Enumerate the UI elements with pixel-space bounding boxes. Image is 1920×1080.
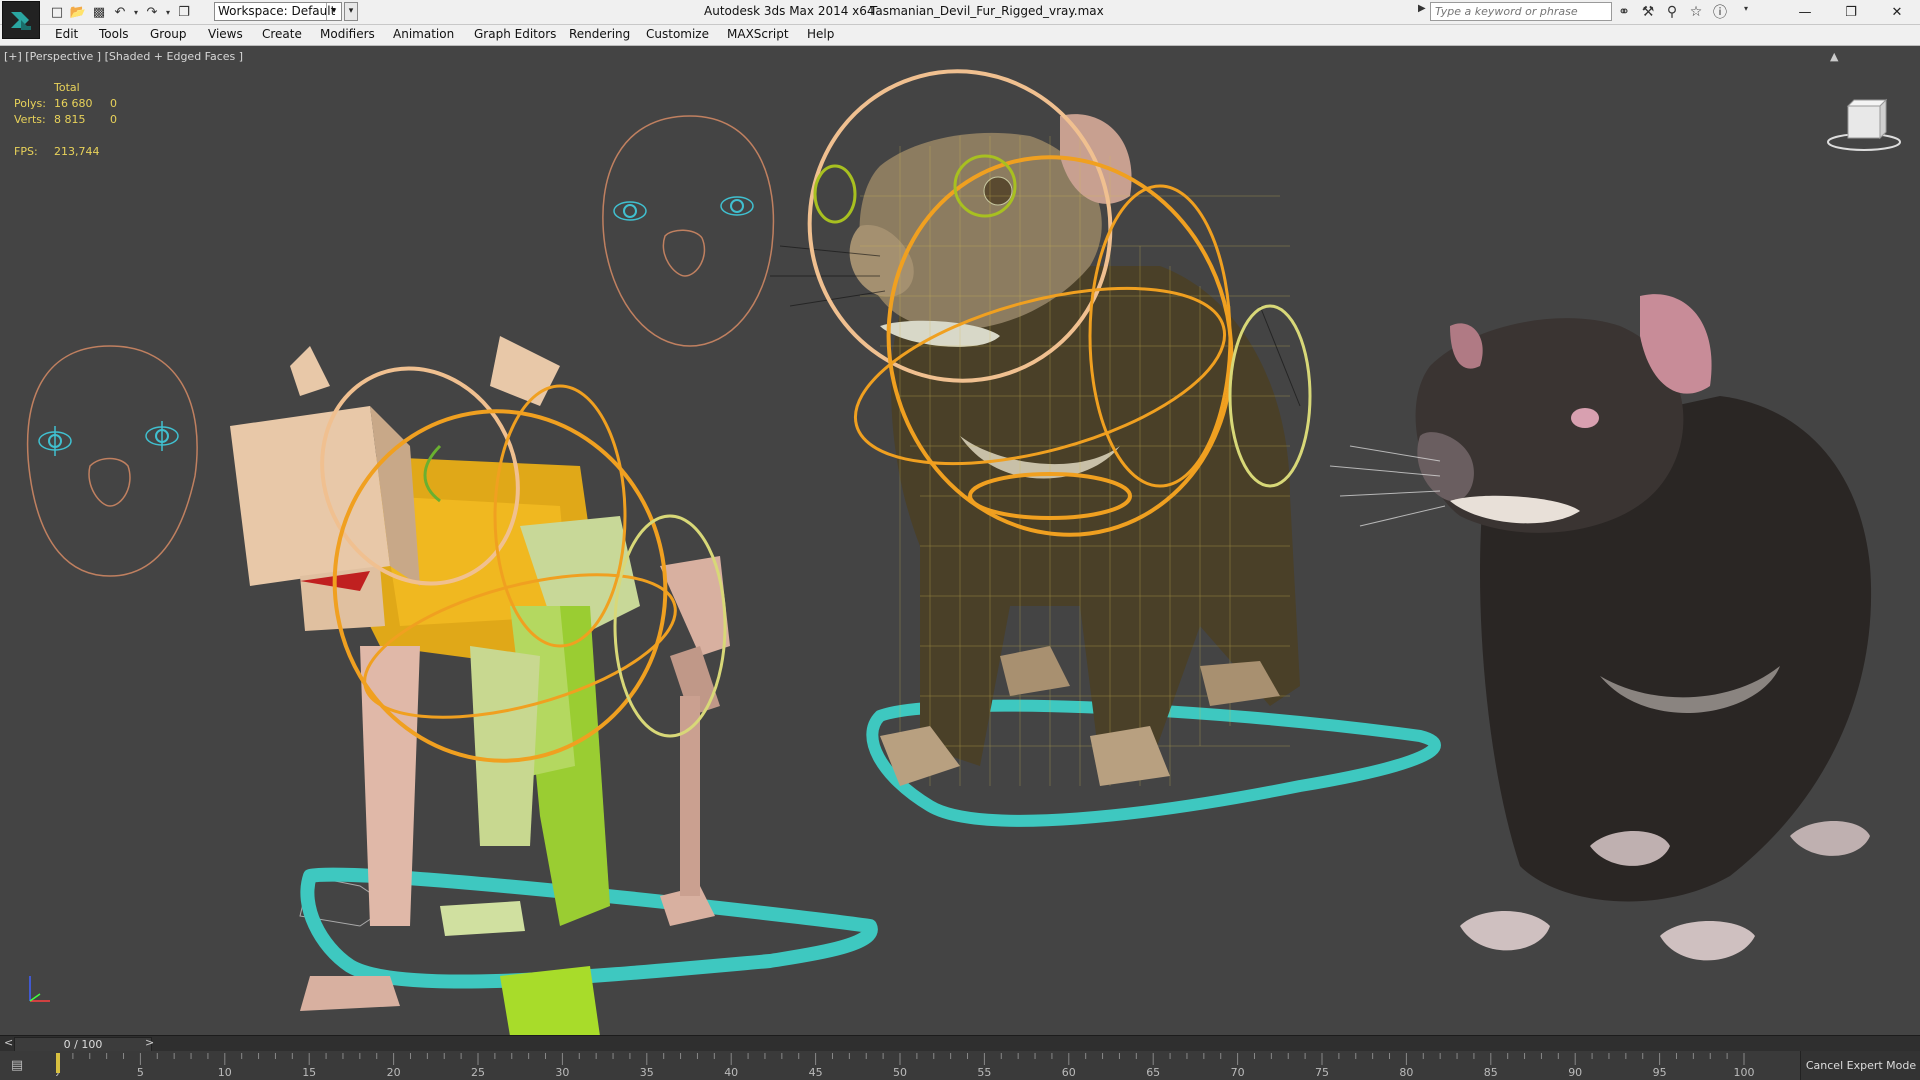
mini-curve-editor-icon[interactable]: ▤ [4,1056,30,1074]
frame-tick-label: 10 [218,1066,232,1079]
frame-tick-label: 80 [1399,1066,1413,1079]
stats-verts-value: 8 815 [54,113,86,126]
frame-tick-label: 90 [1568,1066,1582,1079]
redo-icon[interactable]: ↷ [143,3,161,21]
menu-edit[interactable]: Edit [55,27,78,41]
lock-icon[interactable]: ▲ [1830,50,1838,63]
infocenter-toolbar: ⚭ ⚒ ⚲ ☆ ⓘ [1614,3,1730,21]
tools-icon[interactable]: ⚒ [1638,3,1658,21]
window-controls: — ❐ ✕ [1782,0,1920,24]
save-icon[interactable]: ▩ [90,3,108,21]
stats-verts-label: Verts: [14,113,46,126]
stats-polys-selected: 0 [110,97,117,110]
minimize-icon[interactable]: — [1782,0,1828,24]
menu-help[interactable]: Help [807,27,834,41]
chevron-down-icon: ▾ [326,3,341,20]
close-icon[interactable]: ✕ [1874,0,1920,24]
menu-group[interactable]: Group [150,27,187,41]
axis-gizmo [29,976,50,1002]
frame-tick-label: 40 [724,1066,738,1079]
viewport-statistics: Total Polys: 16 680 0 Verts: 8 815 0 FPS: 213… [14,80,117,160]
frame-tick-label: 85 [1484,1066,1498,1079]
facial-rig-panel-top [602,115,775,347]
frame-tick-label: 15 [302,1066,316,1079]
workspace-dropdown[interactable]: Workspace: Default ▾ [214,2,342,21]
frame-ruler[interactable]: 0510152025303540455055606570758085909510… [56,1051,1800,1080]
viewcube-front-label: FRONT [1850,139,1874,147]
communication-icon[interactable]: ⚲ [1662,3,1682,21]
menu-tools[interactable]: Tools [99,27,129,41]
facial-rig-panel-left [26,345,198,577]
undo-icon[interactable]: ↶ [111,3,129,21]
menu-create[interactable]: Create [262,27,302,41]
viewcube[interactable]: FRONT [1826,86,1902,166]
rendered-devil-model[interactable] [1329,294,1872,961]
binoculars-icon[interactable]: ⚭ [1614,3,1634,21]
frame-tick-label: 100 [1734,1066,1755,1079]
menu-views[interactable]: Views [208,27,243,41]
file-title: Tasmanian_Devil_Fur_Rigged_vray.max [870,4,1104,18]
project-folder-icon[interactable]: ❐ [175,3,193,21]
track-bar[interactable]: ▤ 05101520253035404550556065707580859095… [0,1051,1920,1080]
help-dropdown-icon[interactable]: ▾ [1744,4,1748,13]
app-title: Autodesk 3ds Max 2014 x64 [704,4,875,18]
app-logo-button[interactable] [2,1,40,39]
undo-dropdown-icon[interactable]: ▾ [132,3,140,21]
viewport-scene[interactable] [0,46,1920,1035]
menu-modifiers[interactable]: Modifiers [320,27,375,41]
perspective-viewport[interactable]: [+] [Perspective ] [Shaded + Edged Faces… [0,46,1920,1035]
menu-animation[interactable]: Animation [393,27,454,41]
current-frame-marker[interactable] [56,1053,60,1073]
menu-maxscript[interactable]: MAXScript [727,27,789,41]
menu-bar: Edit Tools Group Views Create Modifiers … [0,25,1920,46]
frame-tick-label: 30 [555,1066,569,1079]
search-expand-icon[interactable]: ▶ [1418,3,1426,14]
stats-polys-label: Polys: [14,97,46,110]
favorites-star-icon[interactable]: ☆ [1686,3,1706,21]
frame-tick-label: 5 [137,1066,144,1079]
menu-rendering[interactable]: Rendering [569,27,630,41]
frame-tick-label: 25 [471,1066,485,1079]
frame-tick-label: 55 [977,1066,991,1079]
redo-dropdown-icon[interactable]: ▾ [164,3,172,21]
menu-graph-editors[interactable]: Graph Editors [474,27,556,41]
new-file-icon[interactable]: □ [48,3,66,21]
viewport-label[interactable]: [+] [Perspective ] [Shaded + Edged Faces… [4,50,243,63]
quick-access-toolbar: □ 📂 ▩ ↶ ▾ ↷ ▾ ❐ [48,3,193,21]
stats-total-label: Total [54,81,80,94]
frame-tick-label: 50 [893,1066,907,1079]
frame-tick-label: 45 [809,1066,823,1079]
viewcube-icon [1827,98,1901,151]
frame-tick-label: 70 [1231,1066,1245,1079]
search-input[interactable] [1430,2,1612,21]
help-icon[interactable]: ⓘ [1710,3,1730,21]
time-slider-bar: < 0 / 100 > [0,1035,1920,1052]
time-slider-prev[interactable]: < [4,1036,13,1049]
cancel-expert-mode-button[interactable]: Cancel Expert Mode [1800,1051,1920,1080]
stats-fps-label: FPS: [14,145,38,158]
frame-tick-label: 20 [387,1066,401,1079]
frame-tick-label: 60 [1062,1066,1076,1079]
frame-tick-label: 75 [1315,1066,1329,1079]
menu-customize[interactable]: Customize [646,27,709,41]
open-file-icon[interactable]: 📂 [69,3,87,21]
proxy-rig-model[interactable] [230,336,878,1035]
stats-verts-selected: 0 [110,113,117,126]
stats-fps-value: 213,744 [54,145,100,158]
frame-tick-label: 95 [1653,1066,1667,1079]
wireframe-devil-model[interactable] [770,46,1441,827]
time-slider-next[interactable]: > [145,1036,154,1049]
3dsmax-window: □ 📂 ▩ ↶ ▾ ↷ ▾ ❐ Workspace: Default ▾ ▾ A… [0,0,1920,1080]
frame-tick-label: 35 [640,1066,654,1079]
workspace-menu-button[interactable]: ▾ [344,2,358,21]
title-bar: □ 📂 ▩ ↶ ▾ ↷ ▾ ❐ Workspace: Default ▾ ▾ A… [0,0,1920,39]
time-slider[interactable]: 0 / 100 [14,1037,152,1052]
max-logo-icon [11,12,31,30]
restore-icon[interactable]: ❐ [1828,0,1874,24]
stats-polys-value: 16 680 [54,97,93,110]
workspace-label: Workspace: Default [218,4,336,18]
frame-tick-label: 65 [1146,1066,1160,1079]
